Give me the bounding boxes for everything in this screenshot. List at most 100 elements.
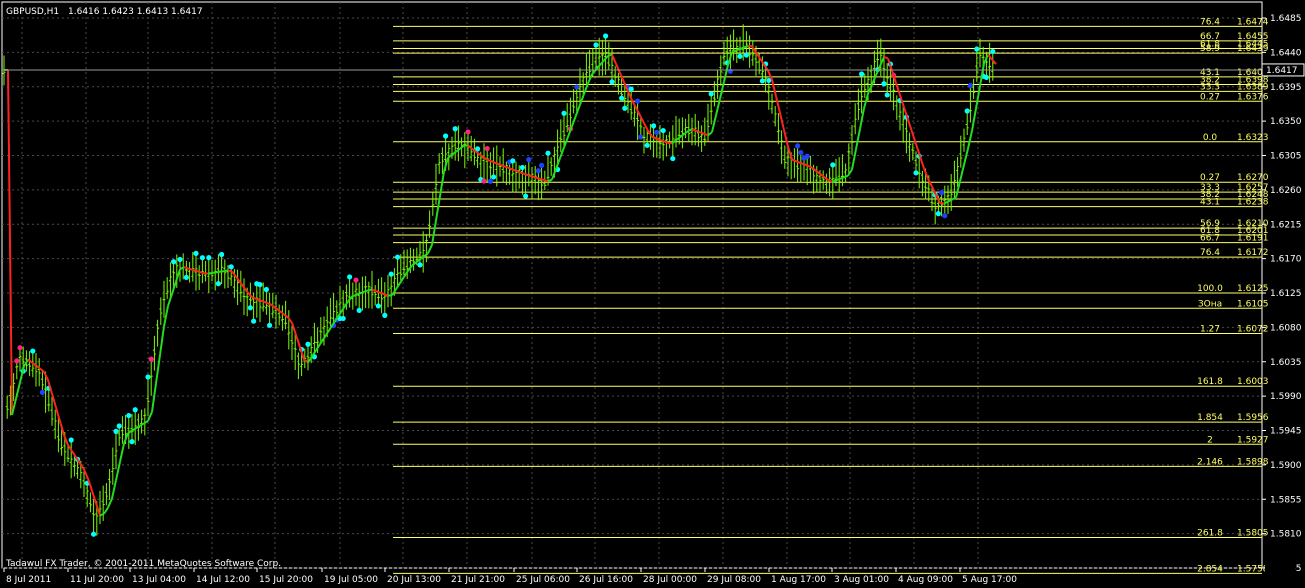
- moving-average-segment: [659, 138, 665, 143]
- moving-average-segment: [699, 131, 705, 135]
- moving-average-segment: [683, 130, 689, 135]
- signal-dot: [452, 126, 458, 132]
- moving-average-segment: [223, 269, 229, 273]
- moving-average-segment: [355, 292, 361, 296]
- moving-average-segment: [775, 96, 781, 114]
- moving-average-segment: [651, 135, 657, 140]
- chart-window[interactable]: 1.6485 1.6440 1.6395 1.6350 1.6305 1.6260 1.62…: [0, 0, 1305, 588]
- signal-dot: [484, 145, 490, 152]
- fibo-level-percent: 1.854: [1197, 413, 1223, 423]
- moving-average-segment: [475, 150, 481, 156]
- signal-dot: [340, 315, 346, 322]
- fibo-level-price: 1.5956: [1237, 413, 1269, 423]
- signal-dot: [177, 256, 183, 263]
- price-axis-label: 1.6260: [1270, 186, 1302, 196]
- signal-dot: [356, 307, 362, 313]
- price-chart[interactable]: 1.64851.64401.63951.63501.63051.62601.62…: [0, 0, 1305, 588]
- moving-average-segment: [539, 177, 545, 182]
- signal-dot: [219, 251, 225, 258]
- moving-average-segment: [735, 48, 741, 52]
- moving-average-segment: [807, 164, 813, 169]
- signal-dot: [670, 155, 676, 162]
- time-axis-label: 20 Jul 13:00: [387, 575, 441, 585]
- signal-dot: [395, 254, 401, 260]
- price-axis-label: 1.6350: [1270, 117, 1302, 127]
- signal-dot: [481, 178, 487, 184]
- price-axis-label: 1.6215: [1270, 220, 1302, 230]
- fibo-level-price: 1.6439: [1237, 44, 1269, 54]
- signal-dot: [628, 86, 634, 92]
- signal-dot: [491, 174, 497, 180]
- moving-average-segment: [579, 93, 585, 106]
- fibo-level-percent: 2: [1207, 435, 1213, 445]
- moving-average-segment: [679, 133, 685, 138]
- price-axis-label: 1.6485: [1270, 14, 1302, 24]
- moving-average-segment: [855, 128, 861, 150]
- time-axis-label: 21 Jul 21:00: [451, 575, 505, 585]
- moving-average-segment: [195, 269, 201, 274]
- fibo-level-price: 1.6072: [1237, 324, 1269, 334]
- fibo-level-price: 1.6376: [1237, 92, 1269, 102]
- moving-average-segment: [703, 132, 709, 137]
- signal-dot: [132, 407, 138, 413]
- moving-average-segment: [295, 334, 301, 348]
- moving-average-segment: [183, 266, 189, 270]
- fibo-level-price: 1.5898: [1237, 457, 1269, 467]
- moving-average-segment: [743, 44, 749, 49]
- signal-dot: [257, 282, 263, 288]
- moving-average-segment: [543, 179, 549, 183]
- fibo-level-percent: ЗОна: [1198, 299, 1222, 309]
- moving-average-segment: [99, 512, 105, 517]
- signal-dot: [644, 142, 650, 148]
- price-axis-label: 1.5990: [1270, 392, 1302, 402]
- signal-dot: [267, 322, 273, 328]
- moving-average-segment: [531, 175, 537, 179]
- moving-average-segment: [503, 165, 509, 169]
- signal-dot: [487, 178, 493, 184]
- moving-average-segment: [487, 159, 493, 163]
- moving-average-segment: [523, 172, 529, 177]
- fibo-level-percent: 76.4: [1200, 17, 1220, 27]
- moving-average-segment: [491, 160, 497, 165]
- signal-dot: [510, 158, 516, 164]
- fibo-level-price: 1.5758: [1237, 564, 1269, 574]
- fibo-level-price: 1.5805: [1237, 528, 1269, 538]
- moving-average-segment: [939, 202, 945, 205]
- moving-average-segment: [515, 169, 521, 174]
- moving-average-segment: [371, 288, 377, 293]
- moving-average-segment: [207, 271, 213, 275]
- time-axis-label: 28 Jul 00:00: [643, 575, 697, 585]
- fibo-level-price: 1.6191: [1237, 234, 1269, 244]
- moving-average-segment: [803, 163, 809, 167]
- time-axis-label: 5 Aug 17:00: [962, 575, 1017, 585]
- signal-dot: [91, 531, 97, 537]
- moving-average-segment: [919, 155, 925, 169]
- moving-average-segment: [359, 290, 365, 295]
- time-axis-label: 13 Jul 04:00: [132, 575, 186, 585]
- moving-average-segment: [423, 252, 429, 258]
- signal-dot: [593, 42, 599, 48]
- moving-average-segment: [375, 290, 381, 294]
- moving-average-segment: [255, 297, 261, 302]
- signal-dot: [193, 250, 199, 256]
- fibo-level-percent: 0.27: [1200, 92, 1220, 102]
- signal-dot: [129, 439, 135, 445]
- price-axis-label: 1.6395: [1270, 83, 1302, 93]
- time-axis-label: 1 Aug 17:00: [771, 575, 826, 585]
- signal-dot: [727, 68, 734, 74]
- signal-dot: [388, 271, 394, 277]
- moving-average-segment: [655, 137, 661, 141]
- signal-dot: [881, 81, 887, 87]
- signal-dot: [375, 303, 381, 309]
- signal-dot: [622, 105, 628, 111]
- signal-dot: [804, 153, 810, 159]
- signal-dot: [215, 281, 221, 287]
- price-axis-label: 1.6170: [1270, 255, 1302, 265]
- moving-average-segment: [519, 171, 525, 175]
- signal-dot: [974, 46, 980, 52]
- price-axis-label: 1.6080: [1270, 323, 1302, 333]
- fibo-level-percent: 58.9: [1200, 44, 1220, 54]
- time-axis-padding: [1265, 562, 1295, 572]
- moving-average-segment: [731, 49, 737, 53]
- moving-average-segment: [459, 144, 465, 150]
